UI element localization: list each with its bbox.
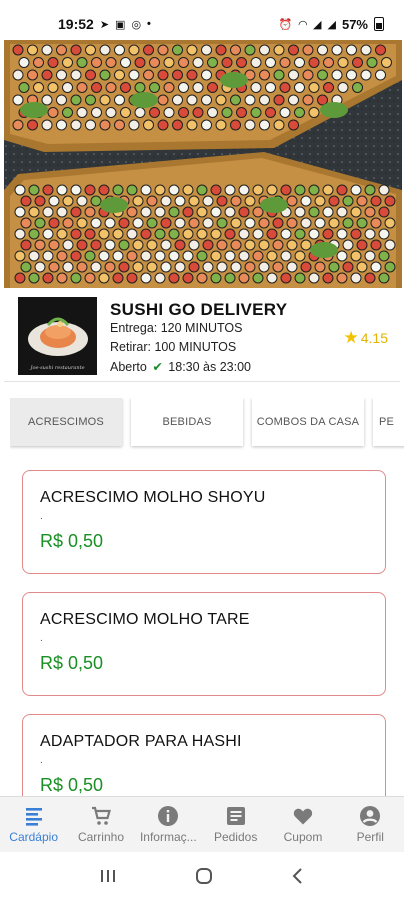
tab-combos-da-casa[interactable]: COMBOS DA CASA — [252, 398, 364, 446]
sushi-platter-image — [4, 40, 402, 288]
restaurant-info: Joe-sushi restaurante SUSHI GO DELIVERY … — [4, 288, 400, 382]
product-card[interactable]: ACRESCIMO MOLHO TARE . R$ 0,50 — [22, 592, 386, 696]
heart-icon — [293, 808, 313, 825]
nav-label: Informaç... — [139, 830, 197, 844]
opening-hours: Aberto ✔ 18:30 às 23:00 — [110, 359, 251, 374]
restaurant-name: SUSHI GO DELIVERY — [110, 300, 288, 319]
nav-label: Cardápio — [9, 830, 58, 844]
product-price: R$ 0,50 — [40, 531, 104, 551]
nav-informacoes[interactable]: Informaç... — [135, 805, 202, 844]
nav-label: Perfil — [356, 830, 384, 844]
nav-carrinho[interactable]: Carrinho — [67, 805, 134, 844]
system-navigation-bar — [0, 852, 404, 900]
home-icon[interactable] — [194, 866, 214, 886]
product-name: ACRESCIMO MOLHO SHOYU — [40, 489, 266, 506]
restaurant-logo: Joe-sushi restaurante — [18, 297, 97, 375]
wifi-icon: ◠ — [298, 18, 308, 31]
pickup-time: Retirar: 100 MINUTOS — [110, 340, 237, 354]
delivery-time: Entrega: 120 MINUTOS — [110, 321, 243, 335]
nav-cardapio[interactable]: Cardápio — [0, 805, 67, 844]
telegram-icon: ➤ — [99, 18, 110, 31]
tab-label: BEBIDAS — [162, 416, 212, 428]
product-price: R$ 0,50 — [40, 775, 104, 795]
product-description: . — [40, 755, 43, 766]
category-tabs: ACRESCIMOS BEBIDAS COMBOS DA CASA PE — [10, 398, 404, 450]
check-icon: ✔ — [152, 360, 163, 374]
rating-value: 4.15 — [360, 330, 388, 346]
menu-list-icon — [25, 808, 42, 826]
dot-icon: • — [147, 18, 151, 30]
orders-icon — [226, 807, 245, 825]
info-icon — [158, 806, 179, 826]
tab-bebidas[interactable]: BEBIDAS — [131, 398, 243, 446]
product-description: . — [40, 511, 43, 522]
alarm-icon: ⏰ — [278, 18, 293, 31]
signal-icon: ◢ — [327, 18, 336, 31]
nav-cupom[interactable]: Cupom — [269, 805, 336, 844]
battery-icon — [374, 17, 384, 31]
status-left: 19:52 ➤ ▣ ◎ • — [58, 16, 151, 32]
recent-apps-icon[interactable] — [99, 868, 117, 884]
cart-icon — [91, 806, 111, 825]
battery-percent: 57% — [341, 16, 368, 32]
product-name: ADAPTADOR PARA HASHI — [40, 733, 242, 750]
instagram-icon: ◎ — [131, 18, 142, 31]
logo-caption: Joe-sushi restaurante — [30, 365, 85, 371]
tab-label: COMBOS DA CASA — [256, 416, 360, 428]
star-icon: ★ — [343, 328, 359, 347]
signal-icon: ◢ — [313, 18, 322, 31]
tab-label: ACRESCIMOS — [28, 416, 104, 428]
hero-image — [4, 40, 402, 288]
hours-range: 18:30 às 23:00 — [168, 360, 252, 374]
nav-label: Pedidos — [213, 830, 258, 844]
app-screen: 19:52 ➤ ▣ ◎ • ⏰ ◠ ◢ ◢ 57% Joe-sushi rest… — [0, 0, 404, 900]
back-icon[interactable] — [291, 867, 305, 885]
nav-pedidos[interactable]: Pedidos — [202, 805, 269, 844]
message-icon: ▣ — [115, 18, 126, 31]
nav-label: Cupom — [283, 830, 323, 844]
nav-perfil[interactable]: Perfil — [337, 805, 404, 844]
product-price: R$ 0,50 — [40, 653, 104, 673]
open-status: Aberto — [110, 360, 147, 374]
product-name: ACRESCIMO MOLHO TARE — [40, 611, 250, 628]
profile-icon — [360, 806, 381, 826]
rating: ★ 4.15 — [344, 328, 389, 348]
clock: 19:52 — [58, 16, 94, 32]
status-right: ⏰ ◠ ◢ ◢ 57% — [279, 17, 384, 32]
product-card[interactable]: ACRESCIMO MOLHO SHOYU . R$ 0,50 — [22, 470, 386, 574]
nav-label: Carrinho — [77, 830, 124, 844]
product-description: . — [40, 633, 43, 644]
tab-partial[interactable]: PE — [373, 398, 404, 446]
product-list: ACRESCIMO MOLHO SHOYU . R$ 0,50 ACRESCIM… — [22, 470, 386, 836]
tab-label: PE — [379, 416, 395, 428]
tab-acrescimos[interactable]: ACRESCIMOS — [10, 398, 122, 446]
bottom-navigation: Cardápio Carrinho Informaç... Pedidos Cu… — [0, 796, 404, 852]
